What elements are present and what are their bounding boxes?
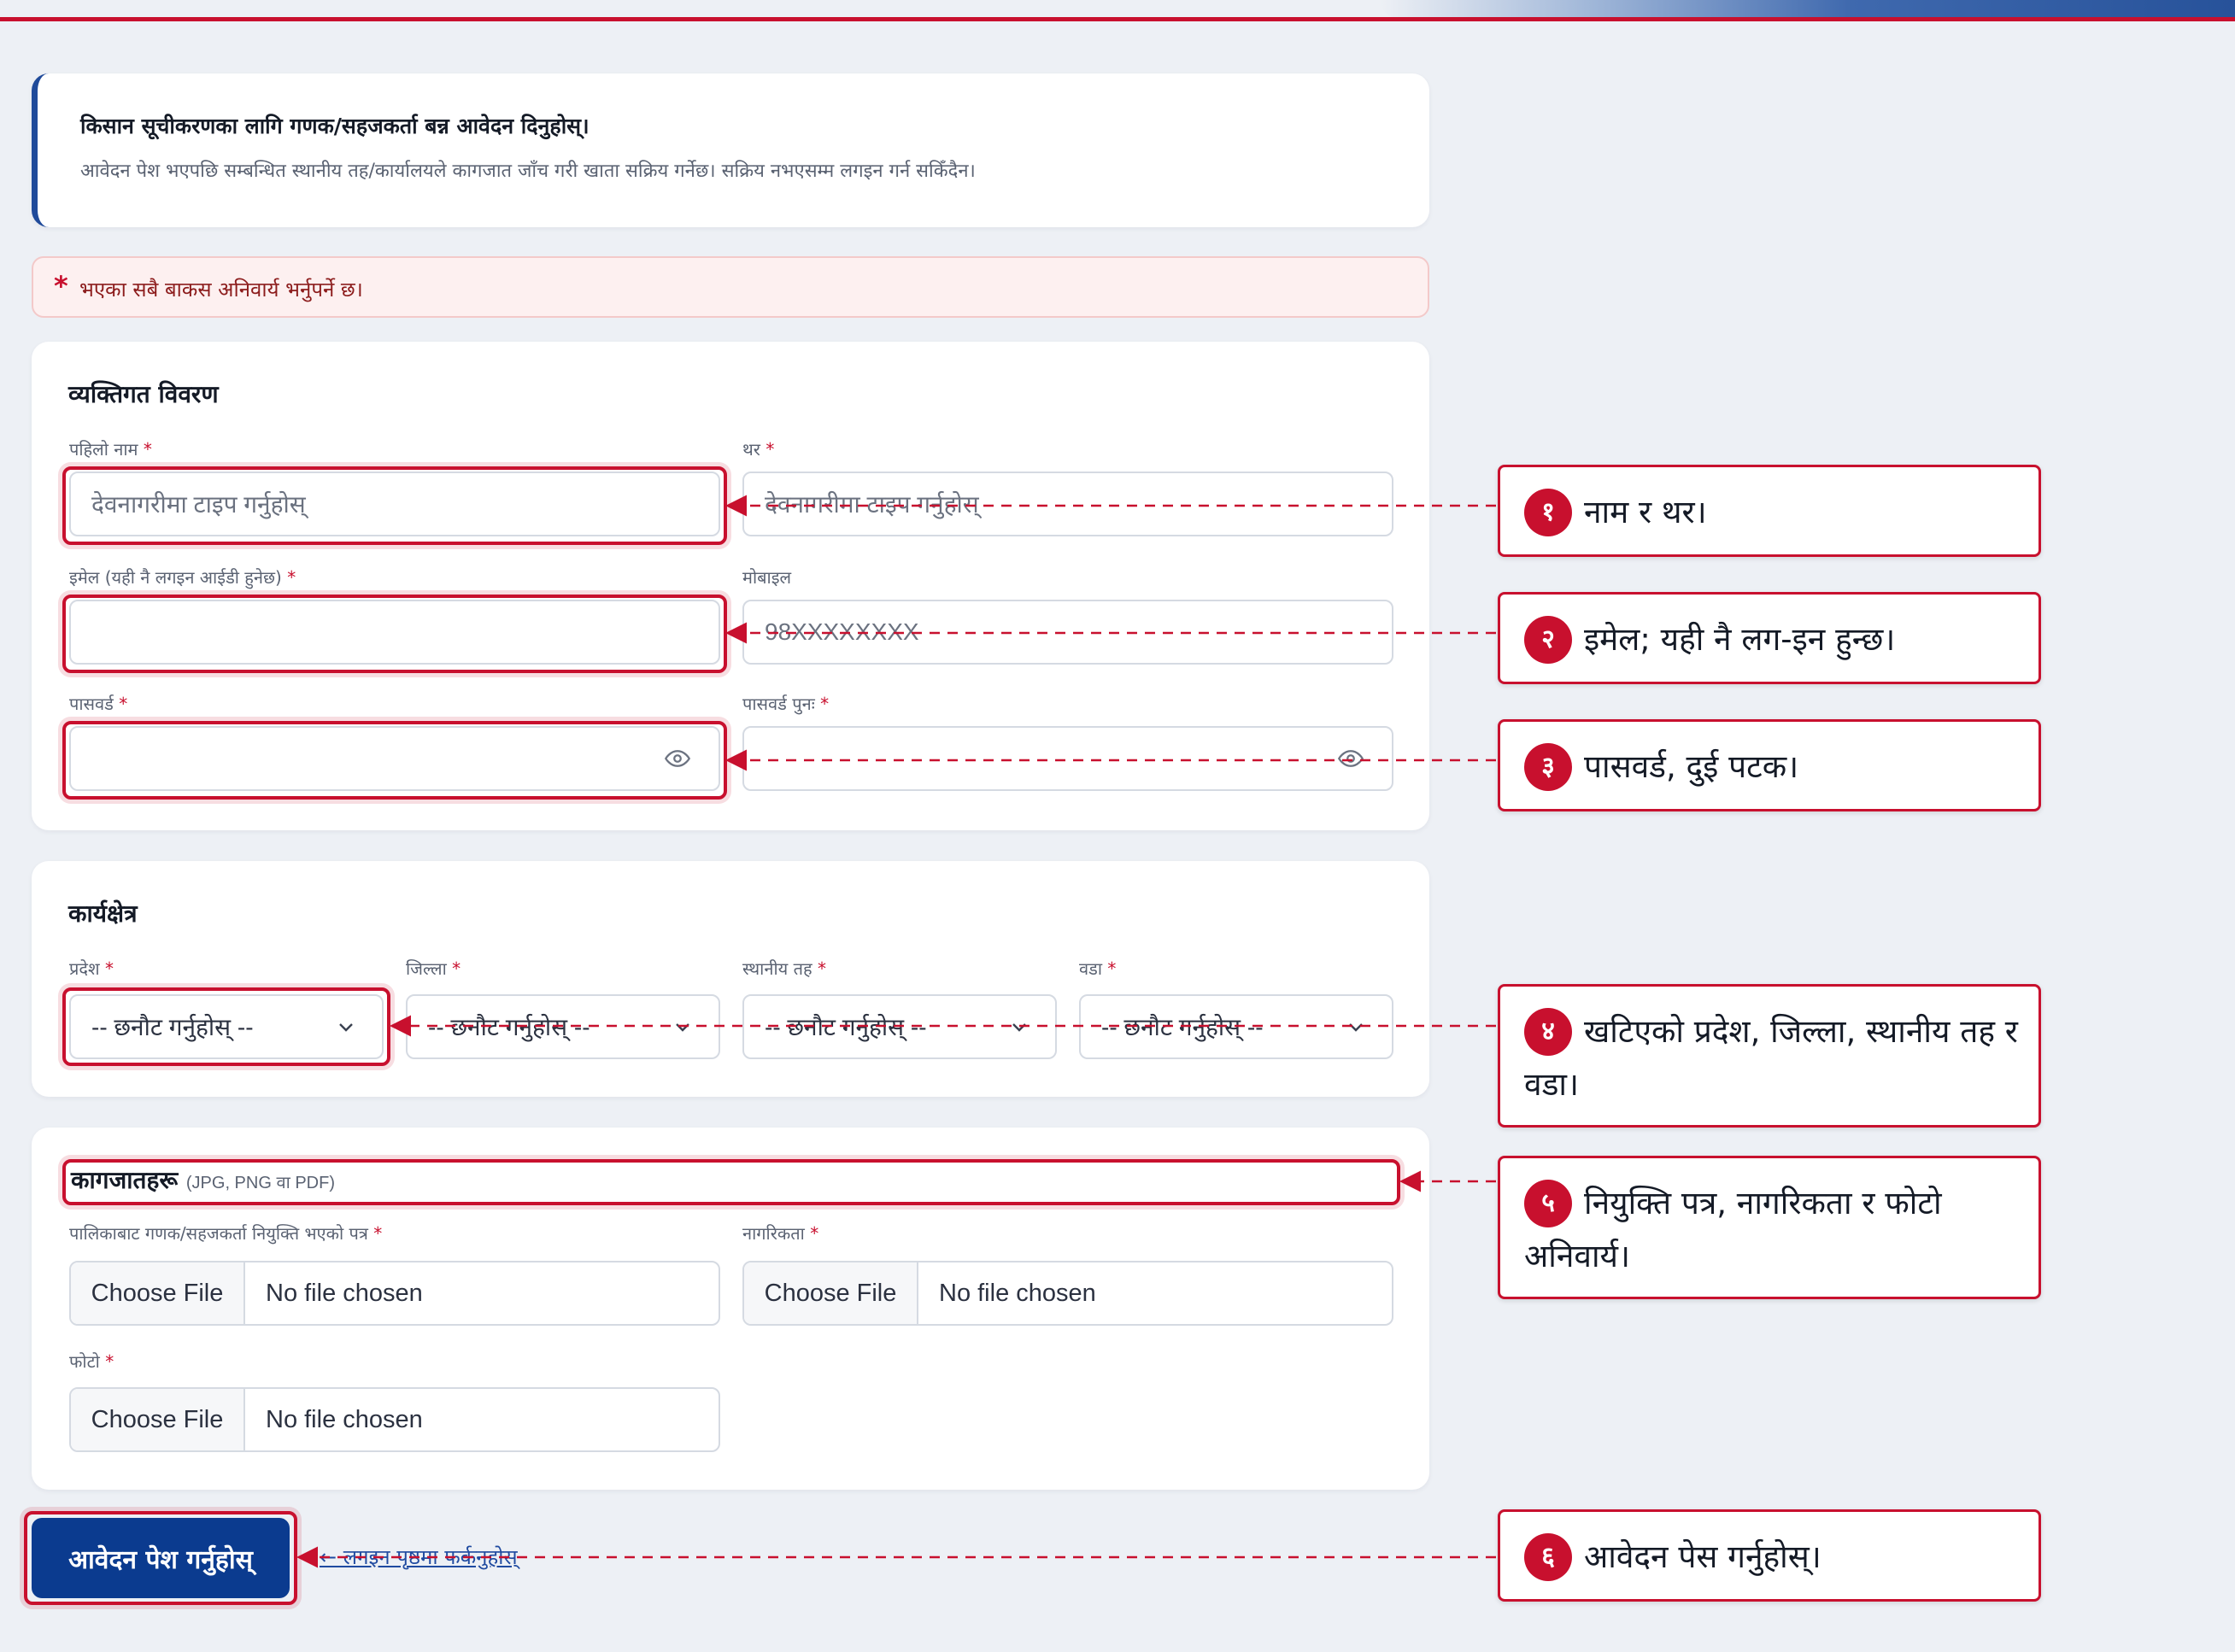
callout-number: १ [1524,488,1572,536]
callout-text: नियुक्ति पत्र, नागरिकता र फोटो अनिवार्य। [1524,1185,1942,1274]
callout-number: ३ [1524,742,1572,791]
callout-text: नाम र थर। [1584,494,1707,530]
callout-number: ५ [1524,1179,1572,1227]
callout-number: ६ [1524,1532,1572,1581]
callout-4: ४ खटिएको प्रदेश, जिल्ला, स्थानीय तह र वडा… [1498,984,2041,1128]
annotation-arrows [296,495,1496,1568]
callout-1: १ नाम र थर। [1498,465,2041,557]
callout-text: इमेल; यही नै लग-इन हुन्छ। [1584,621,1896,658]
callout-text: पासवर्ड, दुई पटक। [1584,748,1799,785]
callout-text: खटिएको प्रदेश, जिल्ला, स्थानीय तह र वडा। [1524,1013,2018,1103]
callout-number: ४ [1524,1007,1572,1056]
callout-5: ५ नियुक्ति पत्र, नागरिकता र फोटो अनिवार्य… [1498,1156,2041,1299]
callout-text: आवेदन पेस गर्नुहोस्। [1584,1538,1821,1575]
callout-3: ३ पासवर्ड, दुई पटक। [1498,719,2041,811]
callout-number: २ [1524,615,1572,664]
callout-6: ६ आवेदन पेस गर्नुहोस्। [1498,1509,2041,1602]
callout-2: २ इमेल; यही नै लग-इन हुन्छ। [1498,592,2041,684]
